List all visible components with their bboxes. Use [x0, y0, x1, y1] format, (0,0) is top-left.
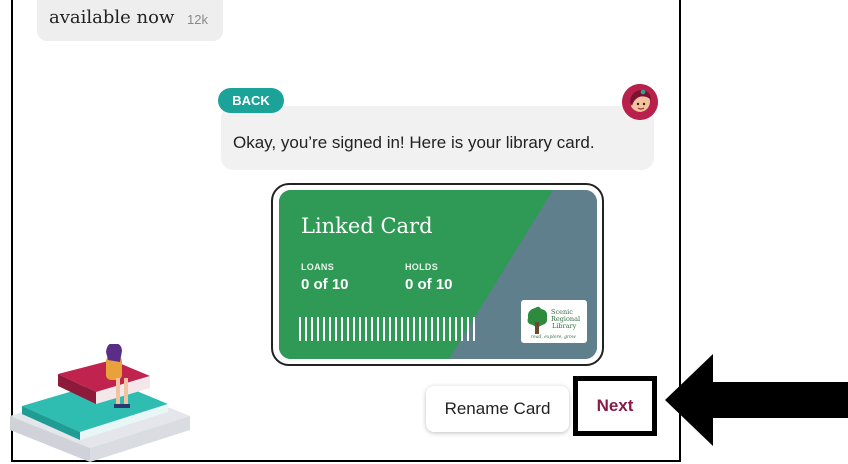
back-button[interactable]: BACK — [218, 88, 284, 113]
next-button[interactable]: Next — [573, 376, 657, 436]
rename-card-button[interactable]: Rename Card — [426, 386, 569, 432]
logo-tagline: read, explore, grow — [531, 334, 576, 340]
library-card: Linked Card LOANS 0 of 10 HOLDS 0 of 10 — [279, 190, 597, 359]
libby-avatar-icon — [622, 84, 658, 120]
card-title: Linked Card — [301, 214, 433, 238]
holds-label: HOLDS — [405, 262, 438, 272]
barcode-icon — [299, 317, 475, 341]
arrow-left-icon — [665, 354, 848, 446]
previous-message-count: 12k — [187, 12, 208, 27]
loans-value: 0 of 10 — [301, 276, 349, 293]
message-text: Okay, you’re signed in! Here is your lib… — [233, 133, 595, 152]
logo-line-3: Library — [552, 322, 577, 330]
reading-girl-illustration — [10, 344, 190, 462]
library-card-frame: Linked Card LOANS 0 of 10 HOLDS 0 of 10 — [271, 183, 604, 366]
loans-label: LOANS — [301, 262, 334, 272]
previous-message-bubble: available now 12k — [37, 0, 223, 41]
holds-value: 0 of 10 — [405, 276, 453, 293]
library-logo: Scenic Regional Library read, explore, g… — [521, 300, 587, 343]
message-bubble: Okay, you’re signed in! Here is your lib… — [221, 106, 654, 170]
previous-message-text: available now — [49, 7, 175, 28]
